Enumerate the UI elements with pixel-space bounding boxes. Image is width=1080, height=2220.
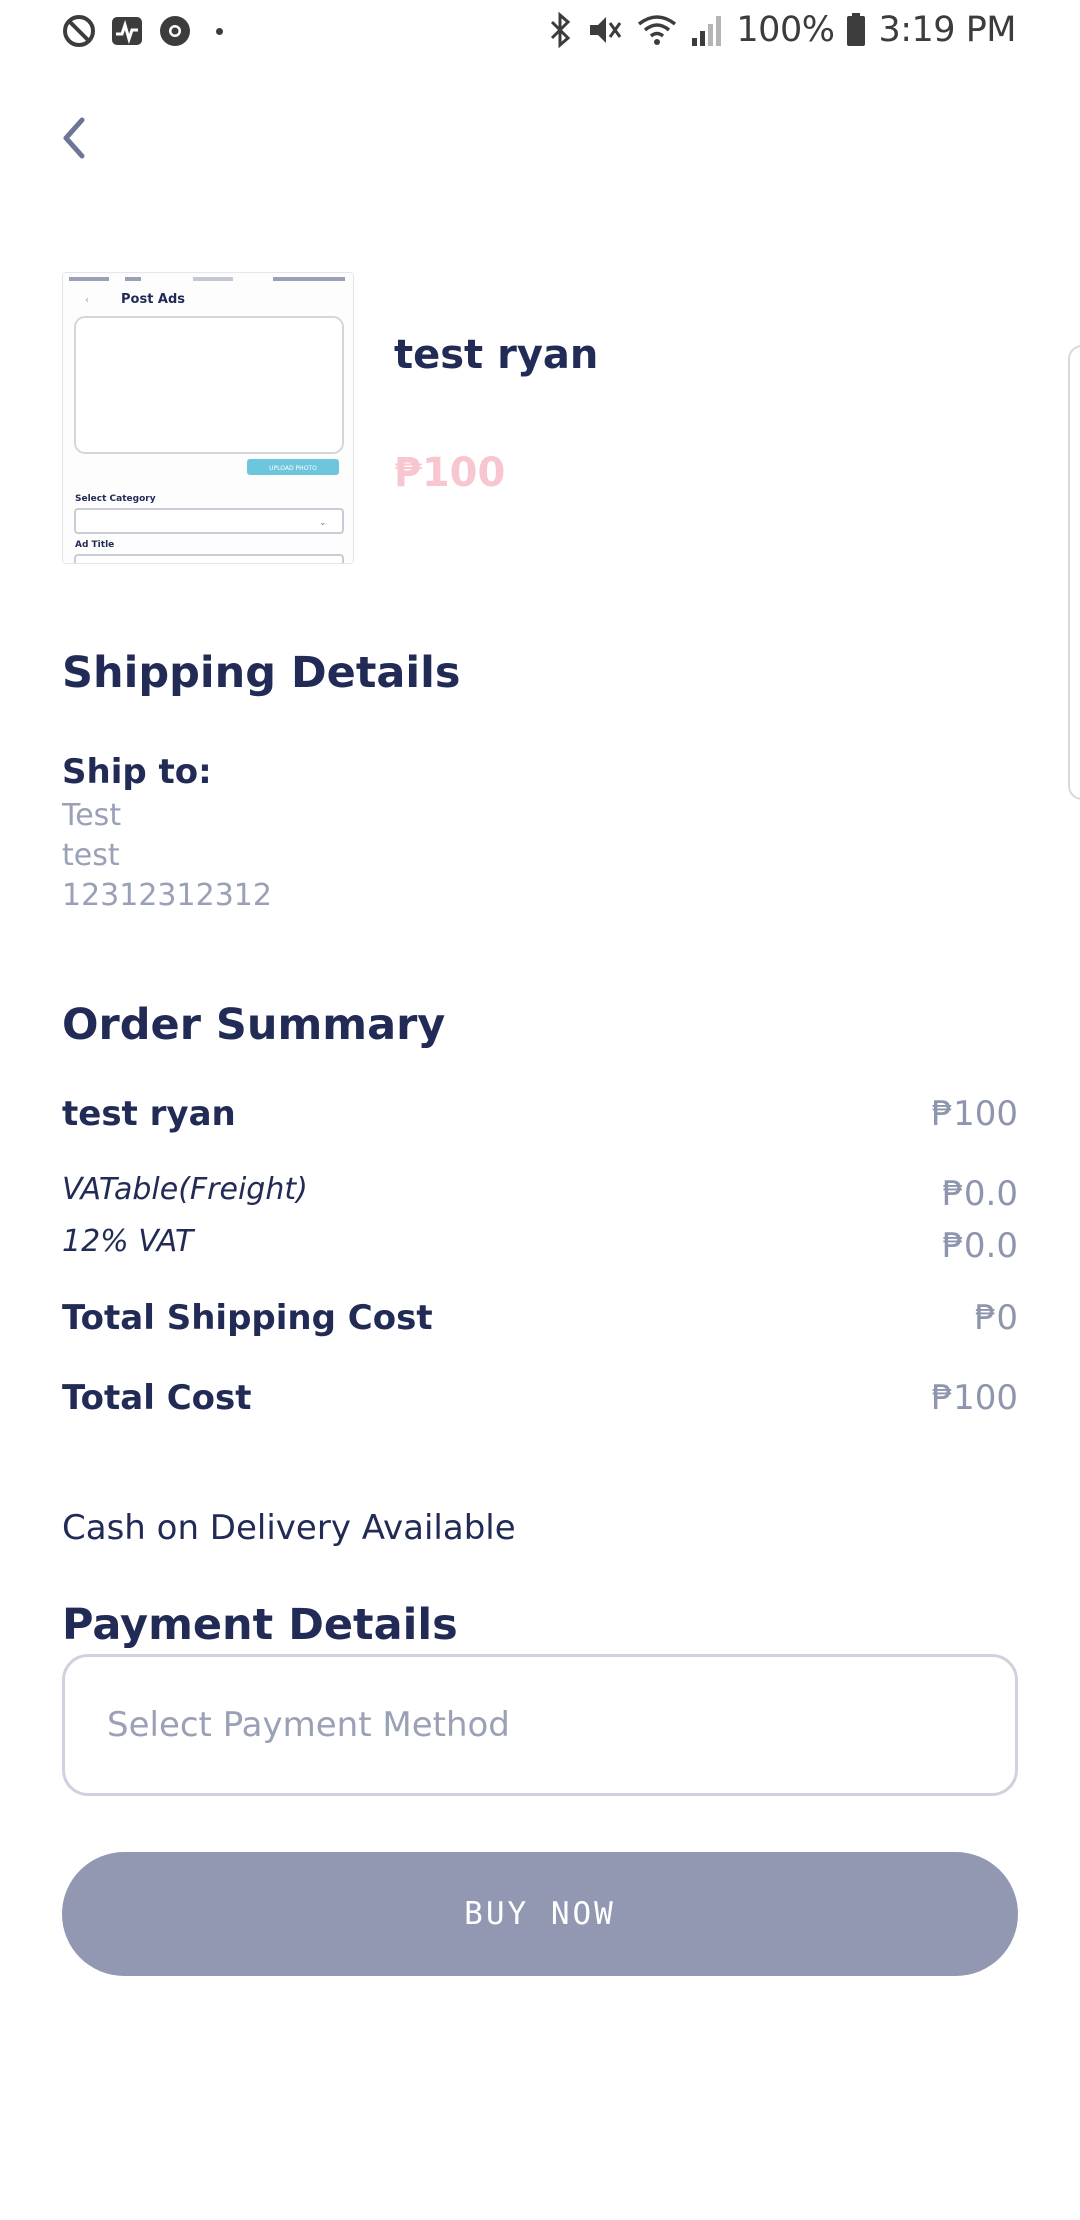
bluetooth-icon: [551, 12, 571, 48]
battery-icon: [847, 13, 866, 46]
ship-to-line-2: test: [62, 838, 120, 873]
vatable-label: VATable(Freight): [62, 1172, 308, 1207]
thumbnail-category-label: Select Category: [75, 494, 156, 504]
clock: 3:19 PM: [878, 10, 1016, 50]
payment-method-select[interactable]: Select Payment Method: [62, 1654, 1018, 1796]
shipping-cost-label: Total Shipping Cost: [62, 1298, 433, 1338]
total-cost-value: ₱100: [931, 1378, 1018, 1418]
vat-value: ₱0.0: [942, 1226, 1018, 1266]
payment-details-heading: Payment Details: [62, 1600, 458, 1650]
buy-now-label: BUY NOW: [464, 1896, 616, 1932]
chrome-icon: [160, 16, 190, 46]
product-price: ₱100: [394, 450, 506, 496]
signal-icon: [692, 16, 722, 46]
thumbnail-title-label: Ad Title: [75, 540, 114, 550]
shipping-cost-value: ₱0: [974, 1298, 1018, 1338]
back-button[interactable]: [52, 110, 96, 166]
wifi-icon: [638, 15, 677, 45]
vat-label: 12% VAT: [62, 1224, 194, 1259]
summary-item-price: ₱100: [931, 1094, 1018, 1134]
vibrate-mute-icon: [590, 17, 622, 43]
svg-text:‹: ‹: [85, 295, 89, 306]
thumbnail-upload-label: UPLOAD PHOTO: [269, 465, 317, 472]
side-panel-handle[interactable]: [1068, 345, 1080, 800]
product-thumbnail-image: ‹ Post Ads UPLOAD PHOTO Select Category …: [63, 273, 353, 563]
no-sync-icon: [63, 15, 95, 47]
order-summary-heading: Order Summary: [62, 1000, 446, 1050]
total-cost-label: Total Cost: [62, 1378, 252, 1418]
buy-now-button[interactable]: BUY NOW: [62, 1852, 1018, 1976]
ship-to-line-3: 12312312312: [62, 878, 272, 913]
battery-percent: 100%: [736, 10, 835, 50]
ship-to-line-1: Test: [62, 798, 122, 833]
vatable-value: ₱0.0: [942, 1174, 1018, 1214]
chevron-left-icon: [63, 117, 85, 159]
shipping-details-heading: Shipping Details: [62, 648, 461, 698]
payment-method-placeholder: Select Payment Method: [107, 1705, 510, 1745]
thumbnail-header: Post Ads: [121, 292, 185, 307]
cod-availability: Cash on Delivery Available: [62, 1508, 516, 1548]
product-title: test ryan: [394, 332, 599, 378]
status-bar: 100% 3:19 PM: [0, 0, 1080, 64]
svg-text:⌄: ⌄: [319, 518, 327, 528]
product-thumbnail: ‹ Post Ads UPLOAD PHOTO Select Category …: [62, 272, 354, 564]
summary-item-name: test ryan: [62, 1094, 236, 1134]
health-monitor-icon: [112, 17, 142, 45]
ship-to-label: Ship to:: [62, 752, 212, 792]
notification-dot-icon: [216, 27, 223, 35]
